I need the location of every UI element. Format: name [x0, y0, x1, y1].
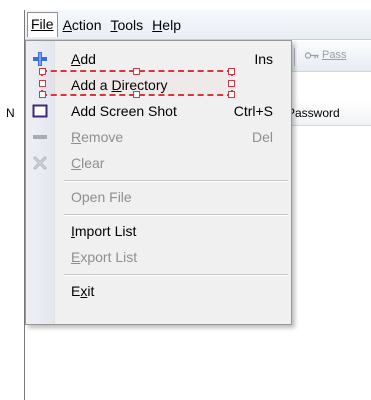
menu-item-add-shortcut: Ins	[254, 51, 273, 67]
page: File Action Tools Help Pass N Password A…	[0, 0, 371, 400]
resize-handle	[39, 80, 46, 87]
column-header-password[interactable]: Password	[287, 106, 340, 120]
menu-item-remove[interactable]: Remove Del	[26, 125, 291, 149]
column-header-name[interactable]: N	[6, 106, 15, 120]
menu-item-add-screenshot[interactable]: Add Screen Shot Ctrl+S	[26, 99, 291, 123]
menu-item-add-screenshot-label: Add Screen Shot	[71, 103, 177, 119]
menu-tools[interactable]: Tools	[106, 13, 147, 37]
password-toolbar-button[interactable]: Pass	[305, 49, 346, 61]
selection-highlight-box	[39, 68, 235, 98]
minus-icon	[33, 135, 47, 139]
menu-item-open-file[interactable]: Open File	[26, 185, 291, 209]
resize-handle	[39, 68, 46, 75]
menu-item-exit-label: Exit	[71, 283, 95, 299]
plus-icon	[33, 52, 47, 66]
menu-item-import-list-label: Import List	[71, 223, 137, 239]
resize-handle	[133, 68, 140, 75]
menu-action-label: Action	[62, 16, 102, 33]
menu-item-remove-label: Remove	[71, 129, 124, 145]
menubar: File Action Tools Help	[25, 10, 371, 40]
password-toolbar-label: Pass	[322, 49, 347, 61]
menu-item-add-label: Add	[71, 51, 96, 67]
menu-file-label: File	[31, 16, 54, 32]
menu-separator	[64, 214, 288, 216]
resize-handle	[228, 80, 235, 87]
menu-action[interactable]: Action	[59, 13, 106, 37]
menu-item-remove-shortcut: Del	[251, 129, 273, 145]
menu-item-export-list-label: Export List	[71, 249, 138, 265]
menu-item-add[interactable]: Add Ins	[26, 47, 291, 71]
menu-separator	[64, 274, 288, 276]
menu-tools-label: Tools	[110, 16, 144, 33]
menu-item-clear-label: Clear	[71, 155, 105, 171]
resize-handle	[228, 91, 235, 98]
menu-item-export-list[interactable]: Export List	[26, 245, 291, 269]
screenshot-icon	[32, 104, 48, 118]
menu-help[interactable]: Help	[148, 13, 185, 37]
menu-item-exit[interactable]: Exit	[26, 279, 291, 303]
toolbar-separator	[294, 48, 298, 66]
file-menu-dropdown: Add Ins Add a Directory Add Screen Shot …	[25, 40, 292, 325]
key-icon	[305, 51, 319, 59]
menu-help-label: Help	[152, 16, 181, 33]
menu-file[interactable]: File	[27, 12, 58, 37]
clear-icon	[33, 156, 47, 170]
resize-handle	[39, 91, 46, 98]
menu-item-open-file-label: Open File	[71, 189, 132, 205]
resize-handle	[228, 68, 235, 75]
menu-separator	[64, 180, 288, 182]
menu-item-add-screenshot-shortcut: Ctrl+S	[233, 103, 273, 119]
menu-item-clear[interactable]: Clear	[26, 151, 291, 175]
resize-handle	[133, 91, 140, 98]
menu-item-import-list[interactable]: Import List	[26, 219, 291, 243]
